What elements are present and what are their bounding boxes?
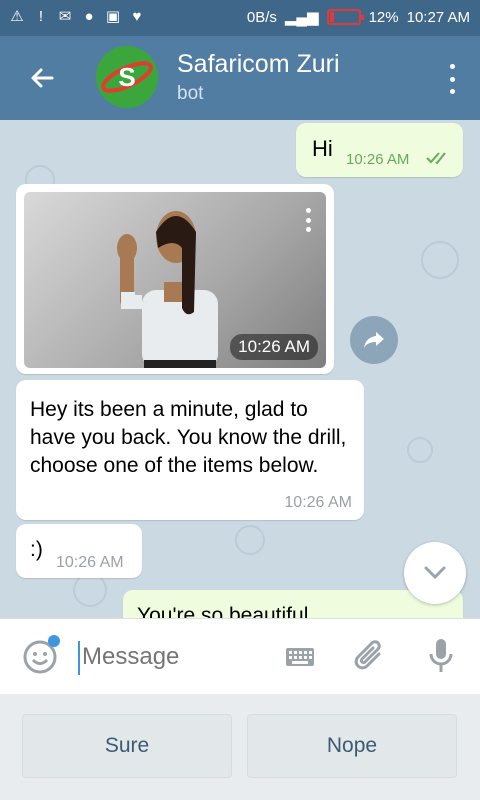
video-thumbnail[interactable]: 10:26 AM [24, 192, 326, 368]
alert-icon: ! [38, 8, 44, 25]
battery-icon [326, 9, 364, 25]
nope-button[interactable]: Nope [247, 714, 457, 778]
read-check-icon [426, 151, 452, 170]
avatar[interactable]: S [96, 46, 158, 108]
sure-button[interactable]: Sure [22, 714, 232, 778]
gmail-icon: ✉ [58, 8, 72, 25]
chat-subtitle: bot [177, 83, 204, 104]
message-outgoing[interactable]: Hi 10:26 AM [296, 123, 463, 177]
message-text: You're so beautiful [137, 604, 309, 618]
attach-icon[interactable] [352, 639, 388, 680]
microphone-icon[interactable] [428, 637, 454, 680]
message-video[interactable]: 10:26 AM [16, 184, 334, 374]
scroll-down-button[interactable] [404, 542, 466, 604]
message-text: Hi [312, 136, 333, 161]
notification-icons: ⚠ ! ✉ ● ▣ ♥ [8, 8, 146, 26]
message-list[interactable]: Hi 10:26 AM 10:26 AM Hey its been a minu [0, 120, 480, 618]
more-options-icon[interactable] [448, 64, 456, 94]
message-time: 10:26 AM [56, 554, 124, 571]
lock-icon: ● [84, 8, 94, 25]
bot-keyboard: Sure Nope [0, 694, 480, 800]
back-arrow-icon[interactable] [26, 62, 58, 94]
avatar-letter: S [118, 62, 135, 92]
notification-dot [48, 635, 60, 647]
message-text: :) [30, 538, 43, 561]
message-text: Hey its been a minute, glad to have you … [30, 398, 347, 477]
video-time: 10:26 AM [230, 334, 318, 360]
warning-icon: ⚠ [10, 8, 24, 25]
text-cursor [78, 641, 80, 675]
screenshot-icon: ▣ [105, 8, 121, 25]
message-incoming[interactable]: Hey its been a minute, glad to have you … [16, 380, 364, 520]
battery-percent: 12% [368, 8, 399, 26]
message-time: 10:26 AM [284, 494, 352, 511]
chat-title[interactable]: Safaricom Zuri [177, 50, 340, 79]
video-menu-icon[interactable] [306, 208, 312, 232]
heart-icon: ♥ [132, 8, 142, 25]
chat-header: S Safaricom Zuri bot [0, 36, 480, 120]
status-bar: ⚠ ! ✉ ● ▣ ♥ 0B/s ▂▄▆ 12% 10:27 AM [0, 0, 480, 36]
message-time: 10:26 AM [346, 151, 410, 168]
net-speed: 0B/s [246, 8, 277, 26]
composer [0, 618, 480, 694]
message-incoming[interactable]: :) 10:26 AM [16, 524, 142, 578]
signal-icon: ▂▄▆ [284, 9, 319, 26]
chevron-down-icon [424, 566, 446, 580]
share-icon[interactable] [350, 316, 398, 364]
clock: 10:27 AM [406, 8, 470, 26]
message-input[interactable] [82, 639, 262, 675]
keyboard-icon[interactable] [285, 647, 315, 672]
